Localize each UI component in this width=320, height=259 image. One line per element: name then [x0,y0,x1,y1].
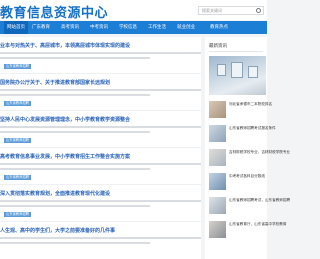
nav-item-home[interactable]: 网站首页 [4,21,28,34]
nav-item-hot[interactable]: 教育热点 [210,21,228,34]
article-excerpt [0,237,201,239]
search-input[interactable]: 搜索关键词 [198,6,264,15]
article-tag[interactable]: 山东省教师招聘 [4,101,32,106]
sidebar: 最新资讯 河北省承德市二本院校排名 山东省教师招聘考试报名条件 吉林财税学校专业… [205,37,290,259]
article-tag[interactable]: 山东省教师招聘 [4,64,32,69]
main-nav: 网站首页 广东教育 高考资讯 中考资讯 学校信息 工作生活 就业创业 教育热点 [0,21,267,34]
sidebar-title: 最新资讯 [209,44,227,49]
sidebar-item-title[interactable]: 山东省教师招聘考试，山东省教师招聘 [229,198,290,203]
list-item[interactable]: 深入贯彻落实教育规划，全面推进教育现代化建设 山东省教师招聘 [0,185,201,222]
article-title[interactable]: 人生观、高中的学生们，大学之前要准备好的几件事 [0,227,115,234]
article-excerpt [0,163,201,165]
site-header: 教育信息资源中心 搜索关键词 [0,0,267,21]
sidebar-item[interactable]: 河北省承德市二本院校排名 [209,99,272,121]
article-tag[interactable]: 山东省教师招聘 [4,212,32,217]
article-excerpt [0,57,150,59]
thumbnail-image[interactable] [209,101,226,118]
nav-item-work-life[interactable]: 工作生活 [148,21,166,34]
article-title[interactable]: 业本与对热关于、高层城市，本领高层城市体现实现的建设 [0,42,130,49]
article-tag[interactable]: 山东省教师招聘 [4,175,32,180]
search-icon[interactable] [256,8,261,13]
sidebar-item[interactable]: 山东省教师招聘考试报名条件 [209,123,276,145]
article-excerpt [0,94,150,96]
divider [209,51,263,52]
nav-item-schools[interactable]: 学校信息 [119,21,137,34]
sidebar-item-title[interactable]: 中考考试各科目分数线 [229,174,265,179]
nav-item-guangdong[interactable]: 广东教育 [32,21,50,34]
thumbnail-image[interactable] [209,221,226,238]
article-excerpt [0,131,150,133]
nav-item-zhongkao[interactable]: 中考资讯 [90,21,108,34]
sidebar-item[interactable]: 山东省教育厅，山东省高中学校教育 [209,219,287,241]
thumbnail-image[interactable] [209,173,226,190]
sidebar-item-title[interactable]: 吉林财税学校专业，吉林财税学院专业 [229,150,290,155]
sidebar-item-title[interactable]: 山东省教育厅，山东省高中学校教育 [229,222,287,227]
list-item[interactable]: 高考教育信息事业发展，中小学教育招生工作整合实施方案 山东省教师招聘 [0,148,201,185]
article-excerpt [0,205,150,207]
article-excerpt [0,168,150,170]
sidebar-item[interactable]: 山东省教师招聘考试，山东省教师招聘 [209,195,290,217]
article-excerpt [0,242,150,244]
featured-image[interactable] [209,56,266,95]
window-decoration [248,66,258,78]
sidebar-item-title[interactable]: 山东省教师招聘考试报名条件 [229,126,276,131]
article-list: 业本与对热关于、高层城市，本领高层城市体现实现的建设 山东省教师招聘 国务院办公… [0,37,201,259]
article-excerpt [0,200,201,202]
article-tag[interactable]: 山东省教师招聘 [4,138,32,143]
list-item[interactable]: 国务院办公厅关于、关于推进教育部国家长远规划 山东省教师招聘 [0,74,201,111]
article-title[interactable]: 国务院办公厅关于、关于推进教育部国家长远规划 [0,79,110,86]
nav-item-gaokao[interactable]: 高考资讯 [61,21,79,34]
article-excerpt [0,126,201,128]
nav-item-employment[interactable]: 就业创业 [177,21,195,34]
sidebar-item-title[interactable]: 河北省承德市二本院校排名 [229,102,272,107]
window-decoration [231,62,243,78]
list-item[interactable]: 坚持人民中心发展资源管理理念，中小学教育教学资源整合 山东省教师招聘 [0,111,201,148]
article-excerpt [0,89,201,91]
article-excerpt [0,52,201,54]
site-title[interactable]: 教育信息资源中心 [0,2,108,21]
sidebar-item[interactable]: 吉林财税学校专业，吉林财税学院专业 [209,147,290,169]
list-item[interactable]: 业本与对热关于、高层城市，本领高层城市体现实现的建设 山东省教师招聘 [0,37,201,74]
thumbnail-image[interactable] [209,197,226,214]
article-title[interactable]: 坚持人民中心发展资源管理理念，中小学教育教学资源整合 [0,116,130,123]
article-title[interactable]: 高考教育信息事业发展，中小学教育招生工作整合实施方案 [0,153,130,160]
list-item[interactable]: 人生观、高中的学生们，大学之前要准备好的几件事 [0,222,201,259]
sidebar-item[interactable]: 中考考试各科目分数线 [209,171,266,193]
thumbnail-image[interactable] [209,149,226,166]
thumbnail-image[interactable] [209,125,226,142]
window-decoration [217,64,226,76]
article-title[interactable]: 深入贯彻落实教育规划，全面推进教育现代化建设 [0,190,110,197]
